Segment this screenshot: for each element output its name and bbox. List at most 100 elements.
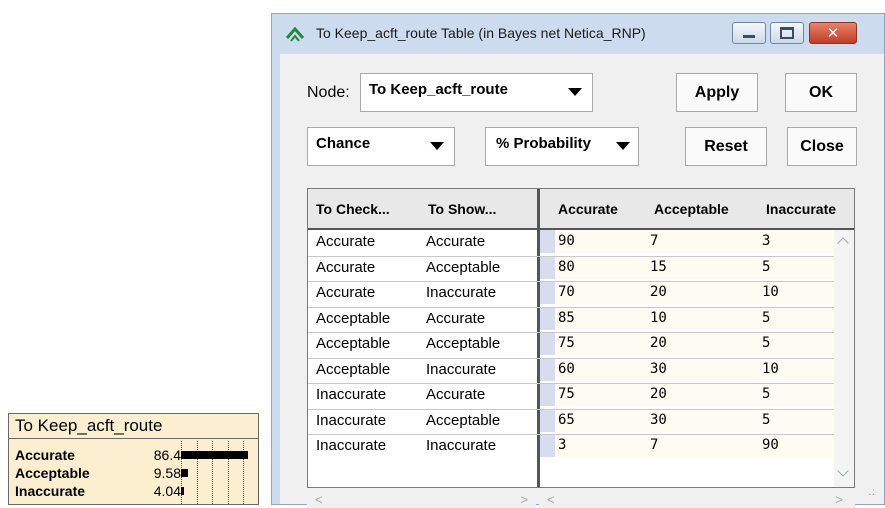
- scroll-down-icon[interactable]: [837, 465, 849, 477]
- probability-cell[interactable]: 10: [650, 310, 667, 326]
- parent-header[interactable]: To Show...: [428, 201, 496, 217]
- table-row: Accurate Accurate 90 7 3: [308, 230, 834, 253]
- parent-state-cell: Accurate: [426, 309, 486, 327]
- probability-cell[interactable]: 5: [762, 412, 770, 428]
- row-accent: [540, 434, 555, 457]
- probability-cell[interactable]: 5: [762, 310, 770, 326]
- parent-state-cell: Inaccurate: [316, 411, 387, 429]
- state-header[interactable]: Inaccurate: [766, 201, 836, 217]
- probability-cell[interactable]: 70: [558, 284, 575, 300]
- probability-cell[interactable]: 65: [558, 412, 575, 428]
- node-type-value: Chance: [316, 135, 371, 152]
- maximize-button[interactable]: [770, 22, 804, 44]
- resize-grip-icon[interactable]: .:: [868, 487, 876, 498]
- table-row: Accurate Acceptable 80 15 5: [308, 255, 834, 279]
- probability-cells: [540, 306, 834, 330]
- parent-state-cell: Acceptable: [316, 335, 391, 352]
- apply-button[interactable]: Apply: [676, 73, 758, 112]
- table-row: Inaccurate Acceptable 65 30 5: [308, 408, 834, 432]
- row-accent: [540, 281, 555, 304]
- title-bar[interactable]: To Keep_acft_route Table (in Bayes net N…: [272, 14, 884, 54]
- row-accent: [540, 255, 555, 279]
- row-separator: [308, 255, 834, 257]
- probability-cell[interactable]: 90: [558, 233, 575, 249]
- maximize-icon: [780, 27, 794, 39]
- probability-cell[interactable]: 85: [558, 310, 575, 326]
- probability-cell[interactable]: 80: [558, 259, 575, 275]
- cpt-table: To Check... To Show... Accurate Acceptab…: [307, 188, 855, 488]
- dialog-client-area: Node: To Keep_acft_route Apply OK Chance…: [280, 54, 884, 508]
- minimize-icon: [743, 34, 755, 38]
- node-state-label: Accurate: [15, 447, 75, 463]
- probability-cells: [540, 357, 834, 381]
- row-separator: [308, 306, 834, 308]
- probability-cells: [540, 255, 834, 279]
- row-separator: [308, 332, 834, 333]
- chevron-down-icon: [616, 142, 630, 150]
- probability-cell[interactable]: 7: [650, 437, 658, 453]
- probability-cell[interactable]: 3: [558, 437, 566, 453]
- close-window-button[interactable]: ✕: [809, 22, 857, 44]
- probability-cell[interactable]: 5: [762, 259, 770, 275]
- table-row: Acceptable Inaccurate 60 30 10: [308, 357, 834, 381]
- state-header[interactable]: Accurate: [558, 201, 618, 217]
- probability-cell[interactable]: 5: [762, 335, 770, 351]
- row-separator: [308, 281, 834, 282]
- probability-cell[interactable]: 3: [762, 233, 770, 249]
- probability-cell[interactable]: 7: [650, 233, 658, 249]
- table-units-select[interactable]: % Probability: [485, 127, 639, 166]
- probability-cell[interactable]: 60: [558, 361, 575, 377]
- vertical-scrollbar[interactable]: [834, 230, 854, 487]
- parent-state-cell: Acceptable: [426, 258, 501, 276]
- node-select[interactable]: To Keep_acft_route: [360, 73, 593, 112]
- belief-bar-accurate: [181, 451, 248, 459]
- scroll-up-icon[interactable]: [837, 237, 849, 249]
- chevron-down-icon: [568, 88, 582, 96]
- node-type-select[interactable]: Chance: [307, 127, 455, 166]
- probability-cell[interactable]: 20: [650, 284, 667, 300]
- node-title: To Keep_acft_route: [9, 414, 258, 439]
- parent-state-cell: Accurate: [316, 284, 376, 301]
- row-separator: [308, 434, 834, 435]
- parent-state-cell: Acceptable: [426, 411, 501, 429]
- node-label: Node:: [307, 84, 350, 101]
- row-separator: [308, 408, 834, 410]
- probability-cell[interactable]: 75: [558, 335, 575, 351]
- probability-cell[interactable]: 10: [762, 284, 779, 300]
- row-separator: [308, 383, 834, 384]
- probability-cell[interactable]: 90: [762, 437, 779, 453]
- parent-header[interactable]: To Check...: [316, 201, 390, 217]
- state-columns-scrollbar[interactable]: < >: [539, 490, 855, 508]
- probability-cell[interactable]: 5: [762, 386, 770, 402]
- close-button[interactable]: Close: [787, 127, 857, 166]
- row-accent: [540, 408, 555, 432]
- table-units-value: % Probability: [496, 135, 592, 152]
- table-header-row: To Check... To Show... Accurate Acceptab…: [308, 189, 854, 230]
- state-header[interactable]: Acceptable: [654, 201, 729, 217]
- reset-button[interactable]: Reset: [685, 127, 767, 166]
- minimize-button[interactable]: [732, 22, 766, 44]
- belief-bars: [181, 441, 259, 504]
- chevron-down-icon: [430, 142, 444, 150]
- node-select-value: To Keep_acft_route: [369, 81, 508, 98]
- parent-state-cell: Accurate: [426, 386, 486, 403]
- parent-columns-scrollbar[interactable]: < >: [307, 490, 536, 508]
- node-belief-box[interactable]: To Keep_acft_route Accurate 86.4 Accepta…: [8, 413, 259, 505]
- node-state-value: 86.4: [153, 447, 181, 463]
- parent-state-cell: Acceptable: [316, 309, 391, 327]
- close-icon: ✕: [826, 24, 840, 42]
- probability-cell[interactable]: 20: [650, 386, 667, 402]
- probability-cell[interactable]: 75: [558, 386, 575, 402]
- probability-cell[interactable]: 15: [650, 259, 667, 275]
- probability-cell[interactable]: 10: [762, 361, 779, 377]
- node-state-value: 9.58: [153, 465, 181, 481]
- probability-cell[interactable]: 20: [650, 335, 667, 351]
- table-row: Inaccurate Accurate 75 20 5: [308, 383, 834, 406]
- probability-cells: [540, 332, 834, 355]
- row-accent: [540, 306, 555, 330]
- probability-cell[interactable]: 30: [650, 412, 667, 428]
- probability-cell[interactable]: 30: [650, 361, 667, 377]
- window-title: To Keep_acft_route Table (in Bayes net N…: [316, 25, 646, 41]
- table-row: Acceptable Accurate 85 10 5: [308, 306, 834, 330]
- ok-button[interactable]: OK: [785, 73, 857, 112]
